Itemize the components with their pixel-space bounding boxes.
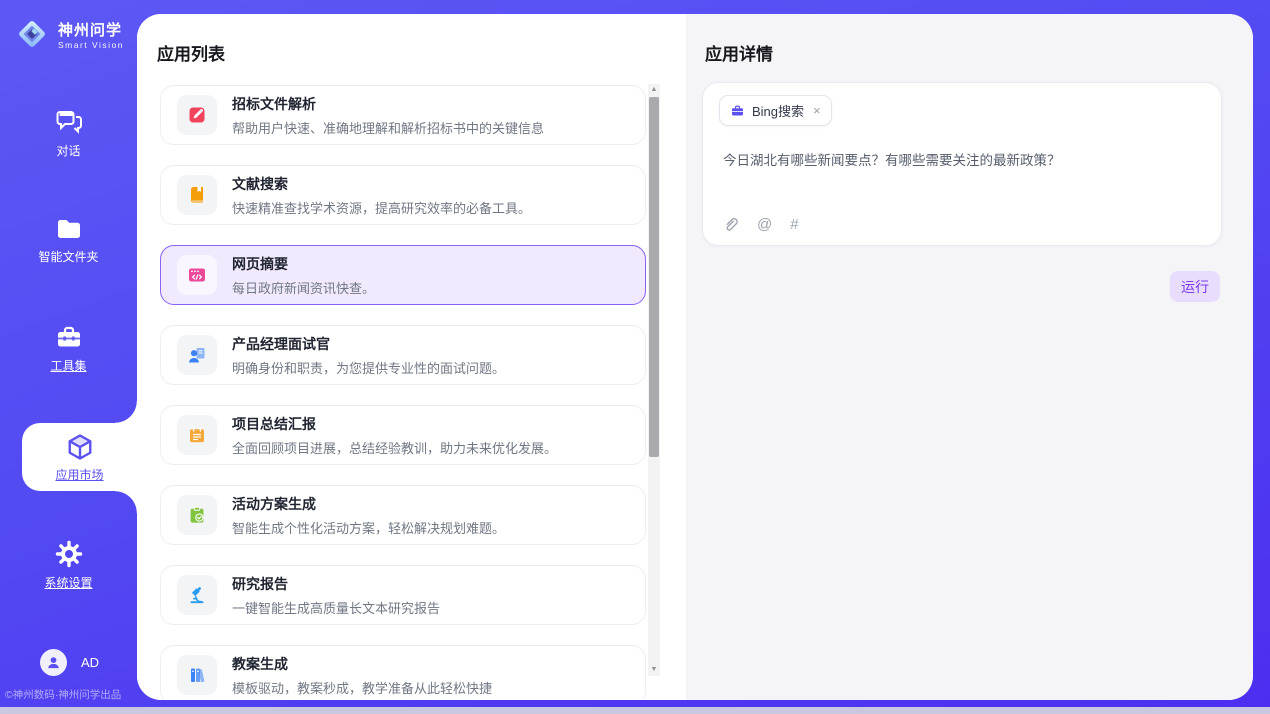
mention-icon[interactable]: @ [757,216,772,233]
toolbox-icon [0,324,137,351]
app-desc: 明确身份和职责，为您提供专业性的面试问题。 [232,358,505,377]
books-icon [177,655,217,695]
app-name: 招标文件解析 [232,94,544,114]
app-name: 活动方案生成 [232,494,505,514]
cube-icon [22,432,137,462]
app-desc: 模板驱动，教案秒成，教学准备从此轻松快捷 [232,678,492,697]
user-account[interactable]: AD [40,649,99,676]
folder-icon [0,216,137,242]
app-card-webpage-summary[interactable]: 网页摘要 每日政府新闻资讯快查。 [160,245,646,305]
sidebar-item-label: 智能文件夹 [0,248,137,265]
app-desc: 每日政府新闻资讯快查。 [232,278,375,297]
app-list-panel: 应用列表 招标文件解析 帮助用户快速、准确地理解和解析招标书中的关键信息 [137,14,686,700]
sidebar-item-chat[interactable]: 对话 [0,108,137,159]
app-desc: 全面回顾项目进展，总结经验教训，助力未来优化发展。 [232,438,557,457]
app-name: 研究报告 [232,574,440,594]
user-name: AD [81,655,99,670]
avatar [40,649,67,676]
brand-subtitle: Smart Vision [58,40,124,50]
app-card-event-plan[interactable]: 活动方案生成 智能生成个性化活动方案，轻松解决规划难题。 [160,485,646,545]
gear-icon [0,540,137,568]
copyright-text: ©神州数码·神州问学出品 [5,687,137,702]
app-name: 文献搜索 [232,174,531,194]
paperclip-icon[interactable] [723,216,739,233]
clipboard-check-icon [177,495,217,535]
brand-logo: 神州问学 Smart Vision [14,16,124,52]
app-desc: 智能生成个性化活动方案，轻松解决规划难题。 [232,518,505,537]
app-detail-title: 应用详情 [705,40,773,65]
prompt-card: Bing搜索 × 今日湖北有哪些新闻要点？有哪些需要关注的最新政策？ @ # [702,82,1222,246]
app-name: 项目总结汇报 [232,414,557,434]
sidebar-item-label: 应用市场 [22,466,137,483]
close-icon[interactable]: × [813,103,821,118]
scrollbar-up-arrow-icon[interactable]: ▲ [648,84,660,96]
app-name: 网页摘要 [232,254,375,274]
app-name: 产品经理面试官 [232,334,505,354]
app-card-lesson-plan[interactable]: 教案生成 模板驱动，教案秒成，教学准备从此轻松快捷 [160,645,646,700]
run-button[interactable]: 运行 [1170,271,1220,302]
app-name: 教案生成 [232,654,492,674]
sidebar-item-toolset[interactable]: 工具集 [0,324,137,374]
browser-code-icon [177,255,217,295]
tool-chip-label: Bing搜索 [752,101,804,120]
sidebar-item-label: 对话 [0,142,137,159]
pen-square-icon [177,95,217,135]
app-card-bid-analysis[interactable]: 招标文件解析 帮助用户快速、准确地理解和解析招标书中的关键信息 [160,85,646,145]
calendar-note-icon [177,415,217,455]
topic-hash-icon[interactable]: # [790,216,798,233]
sidebar-item-label: 系统设置 [0,574,137,591]
app-detail-panel: 应用详情 Bing搜索 × 今日湖北有哪些新闻要点？有哪些需要关注的最新政策？ [686,14,1253,700]
app-card-project-summary[interactable]: 项目总结汇报 全面回顾项目进展，总结经验教训，助力未来优化发展。 [160,405,646,465]
chat-icon [0,108,137,136]
app-card-literature-search[interactable]: 文献搜索 快速精准查找学术资源，提高研究效率的必备工具。 [160,165,646,225]
app-card-research-report[interactable]: 研究报告 一键智能生成高质量长文本研究报告 [160,565,646,625]
scrollbar-thumb[interactable] [649,97,659,457]
app-desc: 快速精准查找学术资源，提高研究效率的必备工具。 [232,198,531,217]
diamond-logo-icon [14,16,50,52]
brand-name: 神州问学 [58,19,124,40]
app-list: 招标文件解析 帮助用户快速、准确地理解和解析招标书中的关键信息 文献搜索 快速精… [160,85,646,700]
sidebar-item-app-market[interactable]: 应用市场 [22,423,137,491]
prompt-text-input[interactable]: 今日湖北有哪些新闻要点？有哪些需要关注的最新政策？ [723,151,1203,171]
app-desc: 帮助用户快速、准确地理解和解析招标书中的关键信息 [232,118,544,137]
sidebar-item-smart-folder[interactable]: 智能文件夹 [0,216,137,265]
briefcase-icon [730,104,745,118]
bottom-edge-strip [0,707,1270,714]
tool-chip-bing-search[interactable]: Bing搜索 × [719,95,832,126]
book-icon [177,175,217,215]
sidebar: 神州问学 Smart Vision 对话 智能文件夹 [0,0,137,707]
sidebar-item-system-settings[interactable]: 系统设置 [0,540,137,591]
prompt-actions: @ # [723,216,799,233]
app-list-title: 应用列表 [157,40,225,65]
scrollbar-down-arrow-icon[interactable]: ▼ [648,664,660,676]
list-scrollbar[interactable]: ▲ ▼ [648,84,660,676]
app-card-pm-interviewer[interactable]: 产品经理面试官 明确身份和职责，为您提供专业性的面试问题。 [160,325,646,385]
app-desc: 一键智能生成高质量长文本研究报告 [232,598,440,617]
interviewer-icon [177,335,217,375]
sidebar-item-label: 工具集 [0,357,137,374]
main-content: 应用列表 招标文件解析 帮助用户快速、准确地理解和解析招标书中的关键信息 [137,14,1253,700]
microscope-icon [177,575,217,615]
